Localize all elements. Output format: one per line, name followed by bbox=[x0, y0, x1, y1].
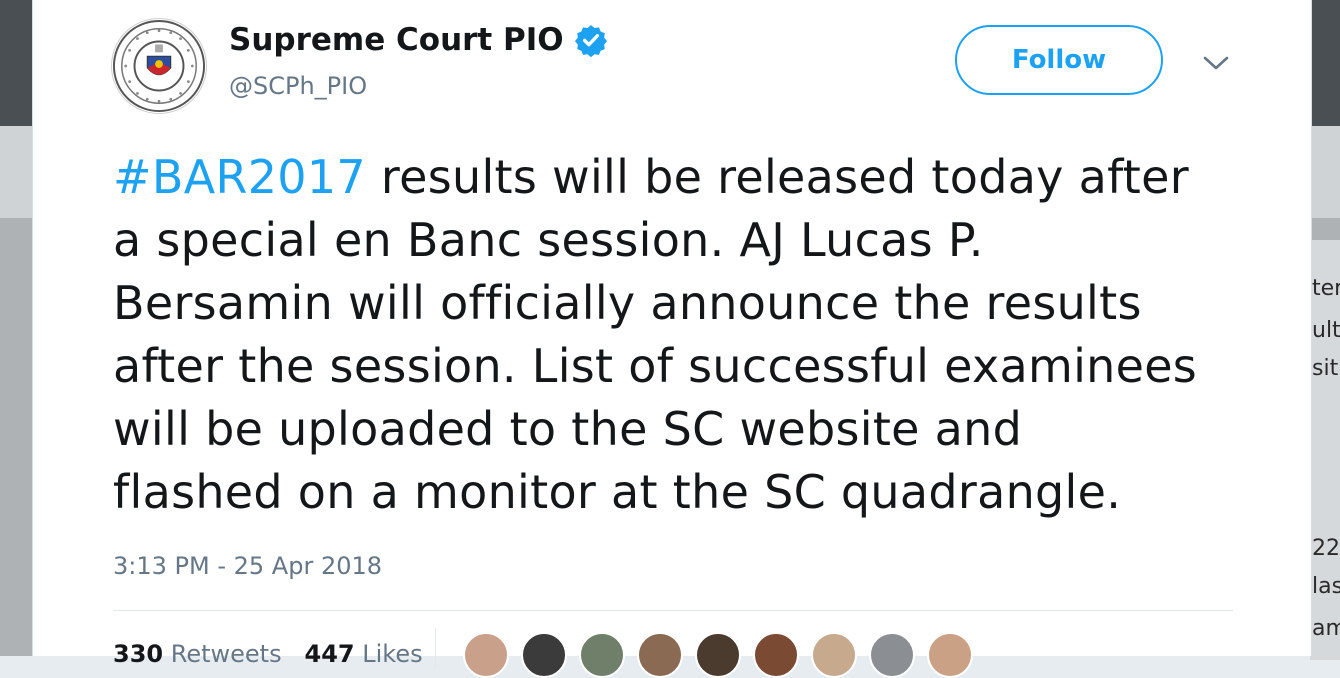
background-snippet: 22 bbox=[1312, 536, 1340, 561]
author-name[interactable]: Supreme Court PIO bbox=[229, 22, 608, 58]
tweet-stats: 330 Retweets 447 Likes bbox=[113, 640, 423, 668]
background-snippet: ter bbox=[1312, 276, 1340, 301]
follow-button[interactable]: Follow bbox=[955, 25, 1163, 95]
author-name-text[interactable]: Supreme Court PIO bbox=[229, 22, 564, 58]
divider bbox=[113, 610, 1233, 611]
tweet-text-line: #BAR2017 results will be released today … bbox=[113, 146, 1253, 209]
retweets-count: 330 bbox=[113, 640, 164, 668]
liker-avatar[interactable] bbox=[753, 632, 799, 678]
likes-stat[interactable]: 447 Likes bbox=[305, 640, 423, 668]
stats-separator bbox=[435, 628, 436, 668]
hashtag-link[interactable]: #BAR2017 bbox=[113, 150, 366, 204]
tweet-text-line: will be uploaded to the SC website and bbox=[113, 402, 1023, 456]
tweet-text-line: a special en Banc session. AJ Lucas P. bbox=[113, 213, 984, 267]
tweet-timestamp[interactable]: 3:13 PM - 25 Apr 2018 bbox=[113, 552, 382, 580]
tweet-text-segment: results will be released today after bbox=[366, 150, 1189, 204]
likes-label: Likes bbox=[362, 640, 423, 668]
background-snippet: ult bbox=[1312, 318, 1340, 343]
retweets-stat[interactable]: 330 Retweets bbox=[113, 640, 282, 668]
liker-avatar[interactable] bbox=[579, 632, 625, 678]
liker-avatar[interactable] bbox=[463, 632, 509, 678]
verified-badge-icon bbox=[574, 23, 608, 58]
likes-count: 447 bbox=[304, 640, 355, 668]
tweet-text-line: Bersamin will officially announce the re… bbox=[113, 276, 1142, 330]
liker-avatar[interactable] bbox=[811, 632, 857, 678]
background-snippet: sit bbox=[1312, 356, 1339, 381]
chevron-down-icon[interactable] bbox=[1201, 52, 1231, 74]
background-snippet: las bbox=[1312, 574, 1340, 599]
liker-avatar[interactable] bbox=[869, 632, 915, 678]
liker-avatar[interactable] bbox=[521, 632, 567, 678]
liker-avatar[interactable] bbox=[927, 632, 973, 678]
liker-avatar[interactable] bbox=[695, 632, 741, 678]
liker-avatar[interactable] bbox=[637, 632, 683, 678]
background-snippet: am bbox=[1312, 616, 1340, 641]
tweet-text-line: flashed on a monitor at the SC quadrangl… bbox=[113, 465, 1122, 519]
tweet-text-line: after the session. List of successful ex… bbox=[113, 339, 1198, 393]
retweets-label: Retweets bbox=[170, 640, 282, 668]
author-handle[interactable]: @SCPh_PIO bbox=[229, 72, 367, 100]
tweet-modal: Supreme Court PIO @SCPh_PIO Follow #BAR2… bbox=[32, 0, 1312, 678]
supreme-court-seal-icon[interactable] bbox=[111, 18, 207, 114]
tweet-text: #BAR2017 results will be released today … bbox=[113, 146, 1253, 524]
